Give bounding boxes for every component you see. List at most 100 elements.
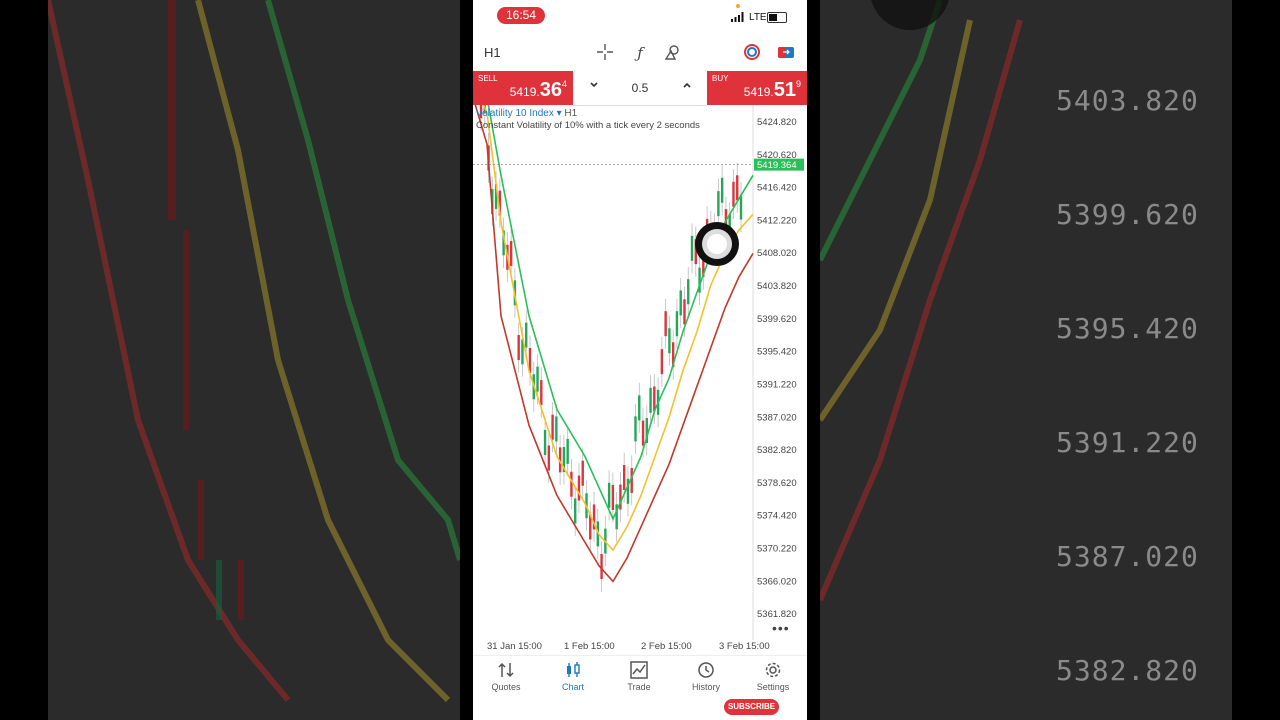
candle-body (547, 445, 551, 471)
candle-body (641, 420, 645, 446)
candle-body (600, 554, 603, 580)
tab-history-label: History (691, 682, 720, 692)
touch-cursor-icon (695, 222, 739, 266)
x-tick-label: 31 Jan 15:00 (487, 641, 542, 652)
x-axis-labels: 31 Jan 15:00 1 Feb 15:00 2 Feb 15:00 3 F… (473, 641, 807, 655)
buy-price-main: 5419. (743, 85, 774, 99)
candle-body (577, 475, 581, 501)
background-left-blur (48, 0, 460, 720)
chart-canvas[interactable]: 5424.8205420.6205416.4205412.2205408.020… (473, 76, 807, 640)
candle-body (574, 498, 577, 524)
sell-price: 5419.364 (510, 79, 567, 102)
account-icon[interactable] (742, 43, 762, 63)
y-tick-label: 5408.020 (757, 248, 797, 259)
candle-body (555, 416, 558, 442)
tab-quotes-label: Quotes (491, 682, 521, 692)
y-tick-label: 5416.420 (757, 183, 797, 194)
candle-body (634, 416, 637, 442)
candle-body (570, 471, 573, 497)
sell-price-sup: 4 (561, 79, 567, 89)
price-chart[interactable]: 5424.820 5420.620 5416.420 5412.220 5408.020… (473, 76, 807, 640)
chart-toolbar: H1 ƒ (473, 38, 807, 68)
candle-body (509, 240, 513, 266)
current-price-label: 5419.364 (757, 160, 797, 171)
background-price: 5395.420 (1056, 312, 1199, 345)
y-tick-label: 5387.020 (757, 412, 797, 423)
one-click-trading-icon[interactable] (776, 43, 796, 63)
candle-body (679, 290, 682, 316)
sell-price-main: 5419. (509, 85, 540, 99)
timeframe-selector[interactable]: H1 (484, 45, 501, 60)
privacy-indicator-icon (736, 4, 740, 8)
quotes-icon (498, 662, 514, 678)
candle-body (736, 175, 739, 201)
background-price: 5382.820 (1056, 654, 1199, 687)
candle-body (649, 387, 652, 413)
symbol-header[interactable]: Volatility 10 Index ▾ H1 (476, 108, 577, 119)
candle-body (683, 299, 686, 325)
y-tick-label: 5412.220 (757, 215, 797, 226)
y-tick-label: 5403.820 (757, 281, 797, 292)
y-tick-label: 5395.420 (757, 347, 797, 358)
sell-price-big: 36 (539, 79, 562, 101)
candle-body (551, 414, 554, 440)
tab-chart[interactable]: Chart (543, 660, 603, 692)
sell-label: SELL (478, 74, 498, 83)
background-price: 5403.820 (1056, 84, 1199, 117)
background-left-chart (48, 0, 460, 703)
candle-body (622, 465, 626, 491)
trade-panel: SELL 5419.364 0.5 BUY 5419.519 (473, 71, 807, 106)
tab-trade[interactable]: Trade (609, 660, 669, 692)
trade-icon (630, 661, 648, 679)
history-icon (698, 662, 714, 678)
subscribe-button[interactable]: SUBSCRIBE (724, 699, 779, 715)
y-tick-label: 5374.420 (757, 511, 797, 522)
y-tick-label: 5361.820 (757, 609, 797, 620)
more-options-icon[interactable]: ••• (772, 620, 790, 636)
symbol-name[interactable]: Volatility 10 Index (476, 108, 554, 119)
candle-body (717, 191, 720, 217)
candle-body (675, 311, 679, 337)
buy-price-big: 51 (773, 79, 796, 101)
buy-price: 5419.519 (744, 79, 801, 102)
indicators-icon[interactable]: ƒ (630, 43, 650, 63)
candle-body (536, 366, 539, 392)
symbol-dropdown-icon[interactable]: ▾ (557, 108, 562, 119)
sell-button[interactable]: SELL 5419.364 (473, 71, 573, 105)
candle-body (720, 177, 724, 203)
tab-settings[interactable]: Settings (743, 660, 803, 692)
background-price: 5399.620 (1056, 198, 1199, 231)
network-type: LTE (749, 12, 767, 23)
volume-increase-button[interactable] (682, 79, 692, 93)
tab-chart-label: Chart (561, 682, 584, 692)
x-tick-label: 1 Feb 15:00 (564, 641, 615, 652)
candle-body (540, 380, 543, 406)
buy-button[interactable]: BUY 5419.519 (707, 71, 807, 105)
tab-trade-label: Trade (627, 682, 651, 692)
candle-body (543, 429, 547, 455)
objects-icon[interactable] (663, 43, 683, 63)
status-time: 16:54 (497, 7, 545, 24)
buy-label: BUY (712, 74, 729, 83)
candle-body (607, 482, 611, 508)
tab-settings-label: Settings (756, 682, 790, 692)
candle-body (581, 460, 584, 486)
background-price: 5387.020 (1056, 540, 1199, 573)
y-tick-label: 5391.220 (757, 379, 797, 390)
y-tick-label: 5370.220 (757, 543, 797, 554)
tab-quotes[interactable]: Quotes (476, 660, 536, 692)
candle-body (687, 279, 690, 305)
tab-history[interactable]: History (676, 660, 736, 692)
symbol-timeframe: H1 (564, 108, 578, 119)
candle-body (525, 322, 528, 348)
crosshair-icon[interactable] (595, 43, 615, 63)
background-price: 5391.220 (1056, 426, 1199, 459)
y-tick-label: 5382.820 (757, 445, 797, 456)
settings-icon (765, 662, 781, 678)
y-tick-label: 5378.620 (757, 478, 797, 489)
y-tick-label: 5424.820 (757, 117, 797, 128)
buy-price-sup: 9 (795, 79, 801, 89)
candle-body (517, 335, 520, 361)
candle-body (732, 181, 735, 207)
status-bar: 16:54 LTE (473, 0, 807, 36)
